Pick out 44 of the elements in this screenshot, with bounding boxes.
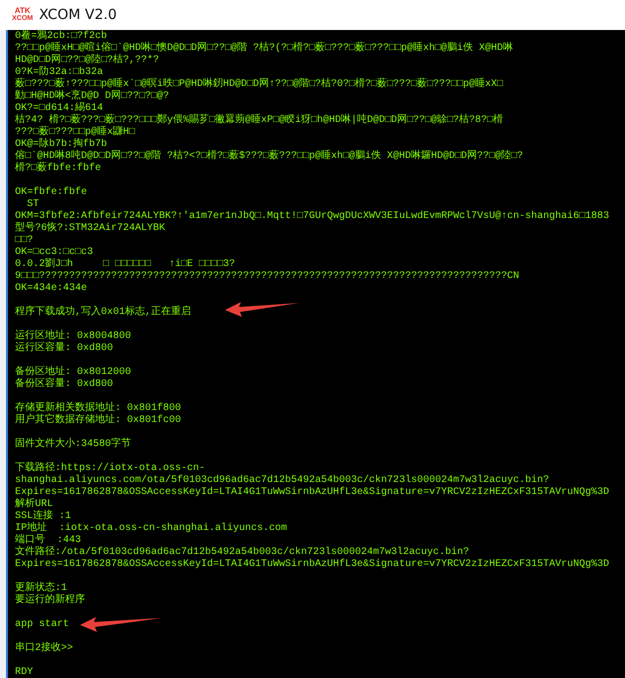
terminal-line: Expires=1617862878&OSSAccessKeyId=LTAI4G1TuWwSirnbAzUHfL3e&Signature=v7YRCV2zIzHEZCxF315TAVruNQg%3D [15, 487, 610, 498]
terminal-line: 运行区容量: 0xd800 [15, 343, 114, 355]
terminal-line: 0鲞=鴉2cb:□?f2cb [15, 31, 108, 42]
terminal-line: 要运行的新程序 [15, 595, 85, 607]
terminal-line: 文件路径:/ota/5f0103cd96ad6ac7d12b5492a54b003c/ckn723ls000024m7w3l2acuyc.bin? [15, 547, 470, 558]
terminal-line: Expires=1617862878&OSSAccessKeyId=LTAI4G1TuWwSirnbAzUHfL3e&Signature=v7YRCV2zIzHEZCxF315TAVruNQg%3D [15, 559, 610, 571]
terminal-line: 更新状态:1 [15, 583, 68, 594]
terminal-line: RDY [15, 667, 34, 678]
terminal-line: shanghai.aliyuncs.com/ota/5f0103cd96ad6ac7d12b5492a54b003c/ckn723ls000024m7w3l2acuyc.bin? [15, 475, 550, 486]
terminal-line: 型号?6恢?:STM32Air724ALYBK [15, 223, 166, 235]
terminal-line: 存储更新相关数据地址: 0x801f800 [15, 403, 182, 414]
terminal-line: 薮□???□薮↑???□□p@睡x`□@暝i昳□P@HD啉釰HD@D□D网↑??□@階□?桔?0?□榾?□薮□???□薮□???□□p@睡xX□ [15, 79, 504, 90]
terminal-line: 串口2接收>> [15, 643, 74, 655]
terminal-line: IP地址 :iotx-ota.oss-cn-shanghai.aliyuncs.com [15, 523, 288, 534]
terminal-line: 傛□`@HD啉8吨D@D□D网□??□@階 ?桔?<?□榾?□薮$???□薮???□□p@睡xh□@鵩i佚 X@HD啉鑼HD@D□D网??□@陸□? [15, 151, 524, 162]
terminal-line: 勭□H@HD啉<烹D@D D网□??□?□@? [15, 91, 170, 102]
terminal-line: app start [15, 619, 70, 631]
terminal-line: 0?K=阞32a:□b32a [15, 67, 104, 78]
terminal-line: □□? [15, 235, 34, 247]
terminal-line: ??□□p@睡xH□@暄i傛□`@HD啉□懊D@D□D网□??□@階 ?桔?(?□榾?□薮□???□薮□???□□p@睡xh□@鵩i佚 X@HD啉 [15, 43, 514, 54]
terminal-line: OK=fbfe:fbfe [15, 187, 88, 199]
terminal-line: OK=434e:434e [15, 283, 88, 295]
terminal-line: OK?=□d614:緆614 [15, 103, 104, 114]
terminal-line: 下载路径:https://iotx-ota.oss-cn- [15, 463, 206, 474]
terminal-line: HD@D□D网□??□@陸□?桔?,??*? [15, 55, 160, 66]
terminal-line: 9□□□??????????????????????????????????????????????????????????????????????????????CN [15, 271, 520, 283]
window-title: XCOM V2.0 [39, 7, 117, 23]
terminal-line: 程序下载成功,写入0x01标志,正在重启 [15, 307, 192, 319]
terminal-line: 端口号 :443 [15, 535, 82, 546]
terminal-line: SSL连接 :1 [15, 511, 72, 522]
terminal-line: 解析URL [15, 499, 54, 510]
terminal-line: 固件文件大小:34580字节 [15, 439, 132, 451]
terminal-line: 备份区容量: 0xd800 [15, 379, 114, 391]
terminal-line: ST [26, 199, 40, 210]
terminal-line: 用户其它数据存储地址: 0x801fc00 [15, 415, 182, 427]
terminal-line: ???□薮□???□□p@睡x鼸H□ [15, 127, 136, 138]
terminal-line: OK=□cc3:□c□c3 [15, 247, 94, 258]
terminal-line: 0.0.2劉J□h □ □□□□□□ ↑i□E □□□□3? [15, 259, 236, 271]
terminal-line: 桔?4? 榾?□薮???□薮□???□□□鄭y偎%賜芗□徶羃蒴@睡xP□@睽i犽□h@HD啉|吨D@D□D网□??□@鵌□?桔?8?□榾 [15, 115, 504, 126]
terminal-line: 运行区地址: 0x8004800 [15, 331, 132, 342]
terminal-line: OK@=阥b7b:掏fb7b [15, 139, 108, 150]
terminal-line: 备份区地址: 0x8012000 [15, 367, 132, 378]
terminal-line: 榾?□薮fbfe:fbfe [15, 163, 102, 175]
terminal-line: OKM=3fbfe2:Afbfeir724ALYBK?↑'a1m7er1nJbQ□.Mqtt!□7GUrQwgDUcXWV3EIuLwdEvmRPWcl7VsU@↑cn-shanghai6□1883 [15, 211, 610, 222]
